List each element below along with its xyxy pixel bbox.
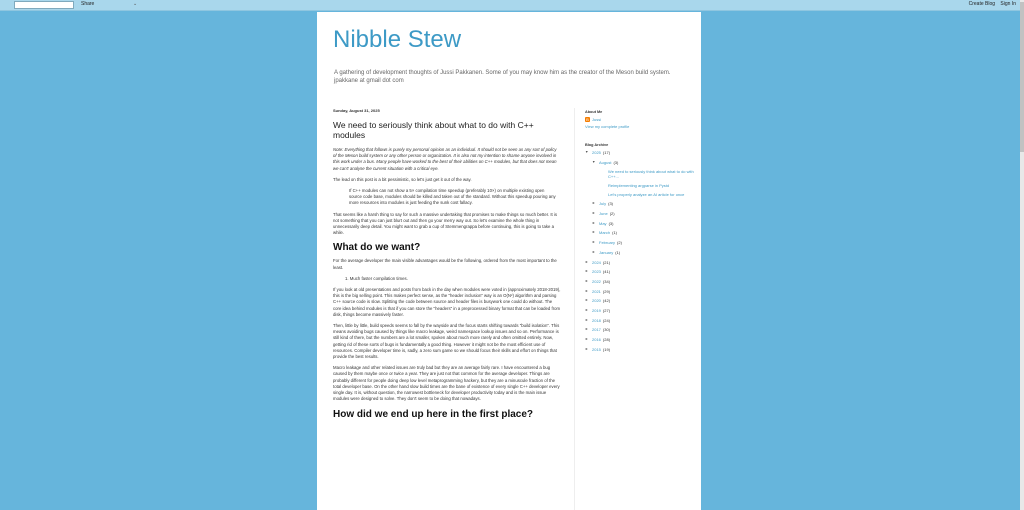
expand-right-icon[interactable]: ► [592,240,599,245]
navbar-more-dropdown[interactable]: ⌄ [133,1,137,7]
post-paragraph: For the average developer the main visib… [333,258,557,270]
expand-right-icon[interactable]: ► [585,298,592,303]
expand-down-icon[interactable]: ▼ [585,150,592,155]
archive-month[interactable]: ► January (1) [585,250,695,255]
expand-right-icon[interactable]: ► [585,269,592,274]
archive-month[interactable]: ► February (2) [585,240,695,245]
profile-name-link[interactable]: Jussi [592,117,601,122]
navbar-right-links: Create Blog Sign In [965,1,1016,7]
expand-right-icon[interactable]: ► [592,250,599,255]
blog-archive-heading: Blog Archive [585,143,609,147]
blog-title[interactable]: Nibble Stew [333,26,461,54]
post-main: Sunday, August 31, 2025 We need to serio… [333,108,573,425]
archive-year[interactable]: ► 2017 (30) [585,327,695,332]
post-paragraph: Then, little by little, build speeds see… [333,323,560,360]
create-blog-link[interactable]: Create Blog [969,1,995,7]
blog-page: Nibble Stew A gathering of development t… [317,12,701,510]
archive-month-august[interactable]: ▼ August (3) [585,160,695,165]
archive-post-link[interactable]: We need to seriously think about what to… [585,169,695,179]
archive-year[interactable]: ► 2023 (41) [585,269,695,274]
blogger-icon: B [585,117,590,122]
archive-month[interactable]: ► May (3) [585,221,695,226]
archive-year[interactable]: ► 2022 (34) [585,279,695,284]
expand-right-icon[interactable]: ► [585,347,592,352]
expand-right-icon[interactable]: ► [592,201,599,206]
navbar-share-link[interactable]: Share [81,1,94,7]
archive-year[interactable]: ► 2016 (28) [585,337,695,342]
expand-right-icon[interactable]: ► [585,289,592,294]
post-heading: What do we want? [333,242,421,254]
blogger-navbar: Share ⌄ Create Blog Sign In [0,0,1024,11]
post-paragraph: The lead on this post is a bit pessimist… [333,176,472,182]
archive-year[interactable]: ► 2021 (29) [585,289,695,294]
archive-month[interactable]: ► March (1) [585,230,695,235]
expand-right-icon[interactable]: ► [585,279,592,284]
archive-month[interactable]: ► July (3) [585,201,695,206]
expand-right-icon[interactable]: ► [585,327,592,332]
expand-right-icon[interactable]: ► [585,337,592,342]
sidebar: About Me B Jussi View my complete profil… [585,110,695,356]
post-paragraph: That seems like a harsh thing to say for… [333,211,558,236]
post-date: Sunday, August 31, 2025 [333,108,380,113]
expand-right-icon[interactable]: ► [592,211,599,216]
about-me-heading: About Me [585,110,603,114]
archive-year[interactable]: ► 2020 (42) [585,298,695,303]
expand-right-icon[interactable]: ► [592,230,599,235]
scrollbar-thumb[interactable] [1020,2,1024,152]
page-scrollbar[interactable] [1020,0,1024,510]
post-paragraph: Macro leakage and other related issues a… [333,365,560,402]
archive-year[interactable]: ► 2019 (27) [585,308,695,313]
navbar-search-input[interactable] [14,1,74,9]
post-blockquote: If C++ modules can not show a 5× compila… [349,188,556,206]
post-heading: How did we end up here in the first plac… [333,408,534,420]
sidebar-divider [574,108,575,510]
expand-right-icon[interactable]: ► [585,308,592,313]
archive-post-link[interactable]: Reimplementing argparse in Pystd [585,183,695,188]
sign-in-link[interactable]: Sign In [1000,1,1016,7]
expand-down-icon[interactable]: ▼ [592,160,599,165]
post-note: Note: Everything that follows is purely … [333,147,557,171]
post-list-item: 1. Much faster compilation times. [345,275,408,281]
post-paragraph: If you look at old presentations and pos… [333,287,561,317]
view-profile-link[interactable]: View my complete profile [585,124,695,129]
blog-description: A gathering of development thoughts of J… [334,70,671,84]
archive-month[interactable]: ► June (2) [585,211,695,216]
archive-post-link[interactable]: Let's properly analyze an AI article for… [585,192,695,197]
expand-right-icon[interactable]: ► [592,221,599,226]
expand-right-icon[interactable]: ► [585,260,592,265]
profile: B Jussi [585,117,695,122]
archive-year[interactable]: ► 2024 (21) [585,260,695,265]
expand-right-icon[interactable]: ► [585,318,592,323]
archive-year-2025[interactable]: ▼ 2025 (17) [585,150,695,155]
archive-year[interactable]: ► 2018 (24) [585,318,695,323]
post-title[interactable]: We need to seriously think about what to… [333,120,563,140]
archive-year[interactable]: ► 2015 (19) [585,347,695,352]
